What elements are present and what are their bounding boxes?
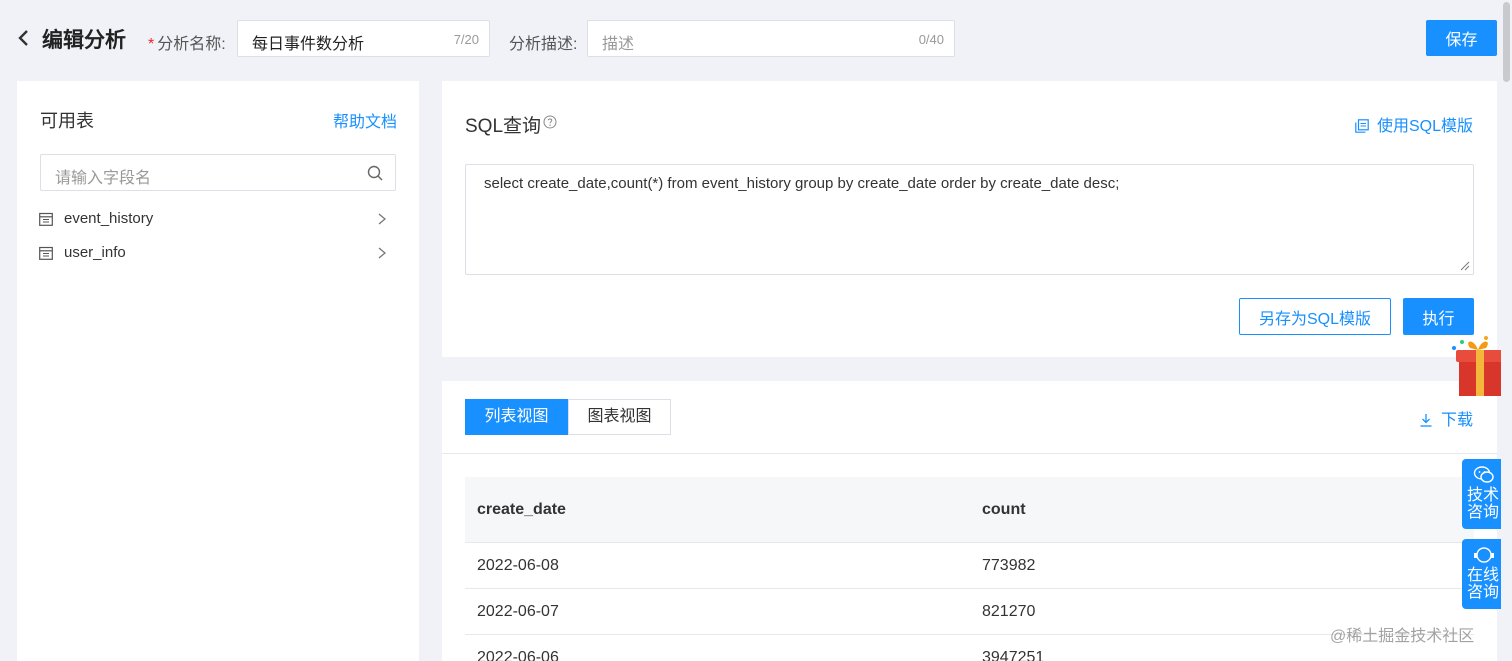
analysis-desc-counter: 0/40 (918, 32, 944, 47)
online-consult-button[interactable]: 在线 咨询 (1462, 539, 1506, 609)
available-tables-title: 可用表 (40, 111, 94, 131)
table-cell: 2022-06-06 (477, 649, 559, 661)
table-cell: 2022-06-08 (477, 557, 559, 574)
analysis-name-counter: 7/20 (453, 32, 479, 47)
headset-icon (1474, 547, 1494, 563)
copy-icon (1355, 119, 1369, 133)
use-sql-template-link[interactable]: 使用SQL模版 (1355, 112, 1473, 136)
download-link[interactable]: 下载 (1419, 406, 1473, 430)
sql-query-panel: SQL查询 使用SQL模版 select create_date,count(*… (442, 81, 1497, 357)
table-item-label: event_history (64, 210, 154, 227)
chevron-right-icon (378, 213, 387, 225)
watermark: @稀土掘金技术社区 (1330, 628, 1475, 645)
table-header: create_date count (465, 477, 1474, 543)
table-cell: 773982 (982, 557, 1036, 574)
analysis-name-input[interactable]: 每日事件数分析 7/20 (237, 20, 490, 57)
table-item-event-history[interactable]: event_history (39, 205, 389, 233)
field-search-placeholder: 请输入字段名 (55, 170, 152, 187)
table-row: 2022-06-06 3947251 (465, 635, 1474, 661)
question-circle-icon[interactable] (543, 115, 557, 129)
table-cell: 3947251 (982, 649, 1045, 661)
wechat-icon (1473, 466, 1494, 483)
tech-consult-button[interactable]: 技术 咨询 (1462, 459, 1506, 529)
sql-editor-textarea[interactable]: select create_date,count(*) from event_h… (465, 164, 1474, 275)
search-icon[interactable] (367, 165, 383, 181)
table-icon (39, 212, 53, 226)
column-header-count[interactable]: count (982, 501, 1026, 519)
query-result-panel: 列表视图 图表视图 下载 create_date count 2022-06-0… (442, 381, 1497, 661)
download-icon (1420, 414, 1432, 427)
analysis-name-label: * 分析名称: (148, 36, 226, 53)
page-header: 编辑分析 * 分析名称: 每日事件数分析 7/20 分析描述: 描述 0/40 保… (0, 0, 1512, 76)
table-icon (39, 246, 53, 260)
analysis-desc-label: 分析描述: (509, 36, 578, 53)
scrollbar-thumb[interactable] (1503, 2, 1510, 82)
field-search-input[interactable]: 请输入字段名 (40, 154, 396, 191)
column-header-create-date[interactable]: create_date (477, 501, 566, 519)
chevron-right-icon (378, 247, 387, 259)
table-item-user-info[interactable]: user_info (39, 239, 389, 267)
table-row: 2022-06-08 773982 (465, 543, 1474, 589)
resize-grip-icon[interactable] (1460, 261, 1470, 271)
available-tables-panel: 可用表 帮助文档 请输入字段名 event_history user_info (17, 81, 419, 661)
table-cell: 2022-06-07 (477, 603, 559, 620)
tab-chart-view[interactable]: 图表视图 (568, 399, 671, 435)
page-scrollbar[interactable] (1501, 0, 1512, 661)
back-arrow-icon[interactable] (14, 28, 34, 48)
table-item-label: user_info (64, 244, 126, 261)
analysis-name-value: 每日事件数分析 (252, 36, 365, 53)
save-button[interactable]: 保存 (1426, 20, 1497, 56)
table-row: 2022-06-07 821270 (465, 589, 1474, 635)
save-as-sql-template-button[interactable]: 另存为SQL模版 (1239, 298, 1391, 335)
sql-query-title: SQL查询 (465, 116, 542, 137)
help-docs-link[interactable]: 帮助文档 (333, 108, 397, 132)
page-title: 编辑分析 (42, 29, 126, 52)
analysis-desc-input[interactable]: 描述 0/40 (587, 20, 955, 57)
analysis-desc-placeholder: 描述 (602, 36, 635, 53)
sql-query-text: select create_date,count(*) from event_h… (484, 175, 1120, 192)
divider (442, 453, 1497, 454)
table-cell: 821270 (982, 603, 1036, 620)
tab-list-view[interactable]: 列表视图 (465, 399, 568, 435)
run-button[interactable]: 执行 (1403, 298, 1474, 335)
